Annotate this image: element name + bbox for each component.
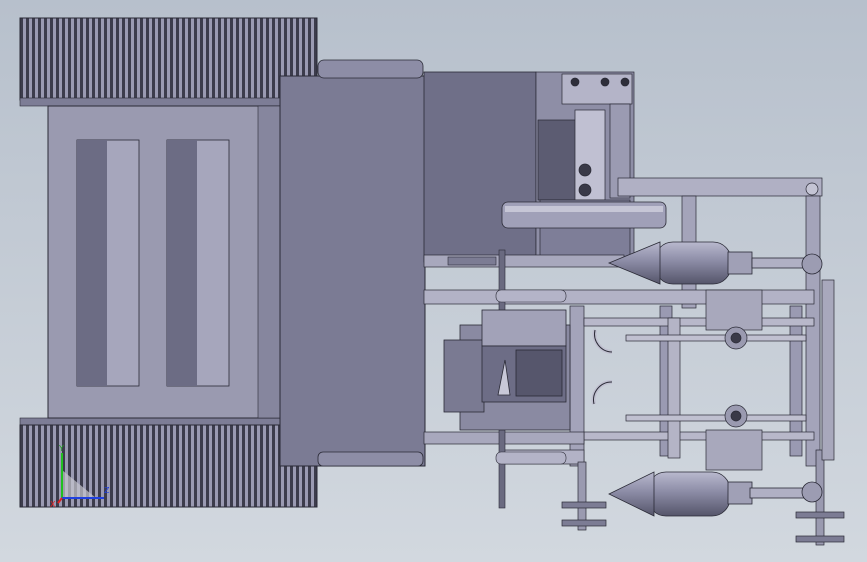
cone-cylinder-upper [607,241,823,285]
cad-model-viewport[interactable] [0,0,867,562]
center-gearbox [443,309,571,431]
cone-cylinder-lower [608,471,823,517]
vent-slot-right [166,139,230,387]
upper-gearbox [535,71,635,263]
sprocket-arcs [591,329,613,405]
rotating-disc [501,201,667,229]
track-top [19,17,318,107]
vent-slot-left [76,139,140,387]
center-shaft [625,289,807,471]
